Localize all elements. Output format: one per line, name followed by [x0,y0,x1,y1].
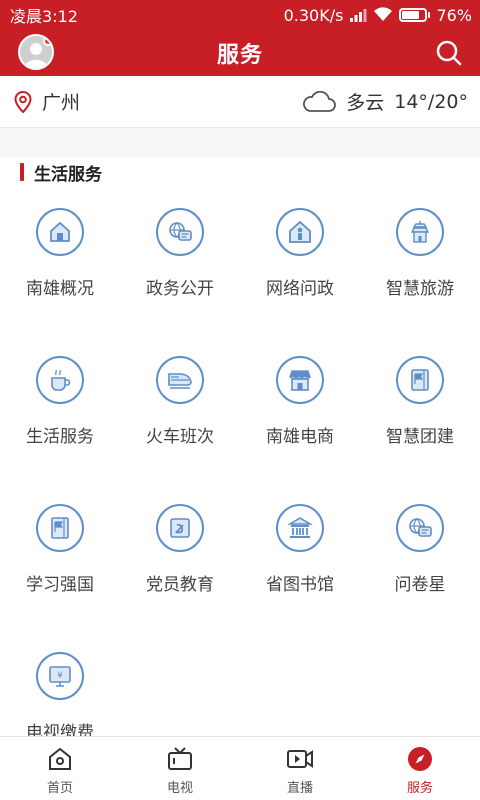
service-label: 党员教育 [146,575,214,595]
service-label: 南雄电商 [266,427,334,447]
bottom-tab-bar: 首页 电视 直播 服务 [0,736,480,800]
section-header: 生活服务 [20,158,102,186]
temperature: 14°/20° [394,90,468,113]
service-label: 生活服务 [26,427,94,447]
tab-label: 首页 [46,781,73,796]
train-icon [156,356,204,404]
service-item[interactable]: 南雄概况 [0,208,120,356]
service-item[interactable]: 问卷星 [360,504,480,652]
search-icon[interactable] [434,38,464,68]
party-emblem-icon [156,504,204,552]
location-picker[interactable]: 广州 [14,88,80,115]
location-bar: 广州 多云 14°/20° [0,76,480,128]
video-icon [287,750,313,768]
tab-item[interactable]: 首页 [0,737,120,800]
service-label: 火车班次 [146,427,214,447]
battery-percent: 76% [436,5,472,25]
network-speed: 0.30K/s [283,5,344,25]
status-bar: 凌晨3:12 0.30K/s 76% [0,0,480,30]
service-item[interactable]: 党员教育 [120,504,240,652]
compass-icon [408,747,432,771]
status-time: 凌晨3:12 [10,7,78,26]
globe-chat-icon [396,504,444,552]
service-label: 南雄概况 [26,279,94,299]
service-item[interactable]: 网络问政 [240,208,360,356]
library-icon [276,504,324,552]
service-item[interactable]: 火车班次 [120,356,240,504]
tab-label: 直播 [286,781,313,796]
tv-icon [168,747,192,770]
weather-text: 多云 [346,92,385,114]
tab-item[interactable]: 直播 [240,737,360,800]
home-icon [49,747,71,770]
user-avatar[interactable] [18,34,54,70]
tab-label: 服务 [406,781,433,796]
cloud-icon [303,90,337,112]
weather-info: 多云 14°/20° [302,88,468,115]
service-item[interactable]: 学习强国 [0,504,120,652]
service-label: 智慧团建 [386,427,454,447]
flag-book-icon [36,504,84,552]
service-item[interactable]: 智慧团建 [360,356,480,504]
service-label: 问卷星 [394,575,446,595]
service-grid: 南雄概况 政务公开 网络问政 智慧旅游生活服务 火车班次 南雄电商 智慧团建学习强国 党员教育… [0,208,480,800]
tab-item[interactable]: 服务 [360,737,480,800]
svg-text:¥: ¥ [57,671,63,681]
signal-icon [350,9,367,22]
service-label: 学习强国 [26,575,94,595]
page-title: 服务 [216,43,263,68]
globe-chat-icon [156,208,204,256]
service-label: 智慧旅游 [386,279,454,299]
tab-label: 电视 [166,781,193,796]
shop-icon [276,356,324,404]
service-item[interactable]: 生活服务 [0,356,120,504]
service-label: 网络问政 [266,279,334,299]
service-item[interactable]: 南雄电商 [240,356,360,504]
service-label: 政务公开 [146,279,214,299]
section-title: 生活服务 [34,164,102,185]
service-item[interactable]: 省图书馆 [240,504,360,652]
house-icon [36,208,84,256]
person-house-icon [276,208,324,256]
status-right: 0.30K/s 76% [284,6,472,25]
tv-pay-icon: ¥ [36,652,84,700]
section-accent-bar [20,163,24,181]
service-item[interactable]: 政务公开 [120,208,240,356]
service-item[interactable]: 智慧旅游 [360,208,480,356]
coffee-cup-icon [36,356,84,404]
tab-item[interactable]: 电视 [120,737,240,800]
app-header: 服务 [0,30,480,76]
battery-icon [399,8,431,22]
section-spacer [0,128,480,158]
flag-book-icon [396,356,444,404]
wifi-icon [374,7,393,22]
notification-dot [43,36,52,46]
city-name: 广州 [42,92,81,114]
location-pin-icon [14,90,32,113]
pagoda-icon [396,208,444,256]
service-label: 省图书馆 [266,575,334,595]
